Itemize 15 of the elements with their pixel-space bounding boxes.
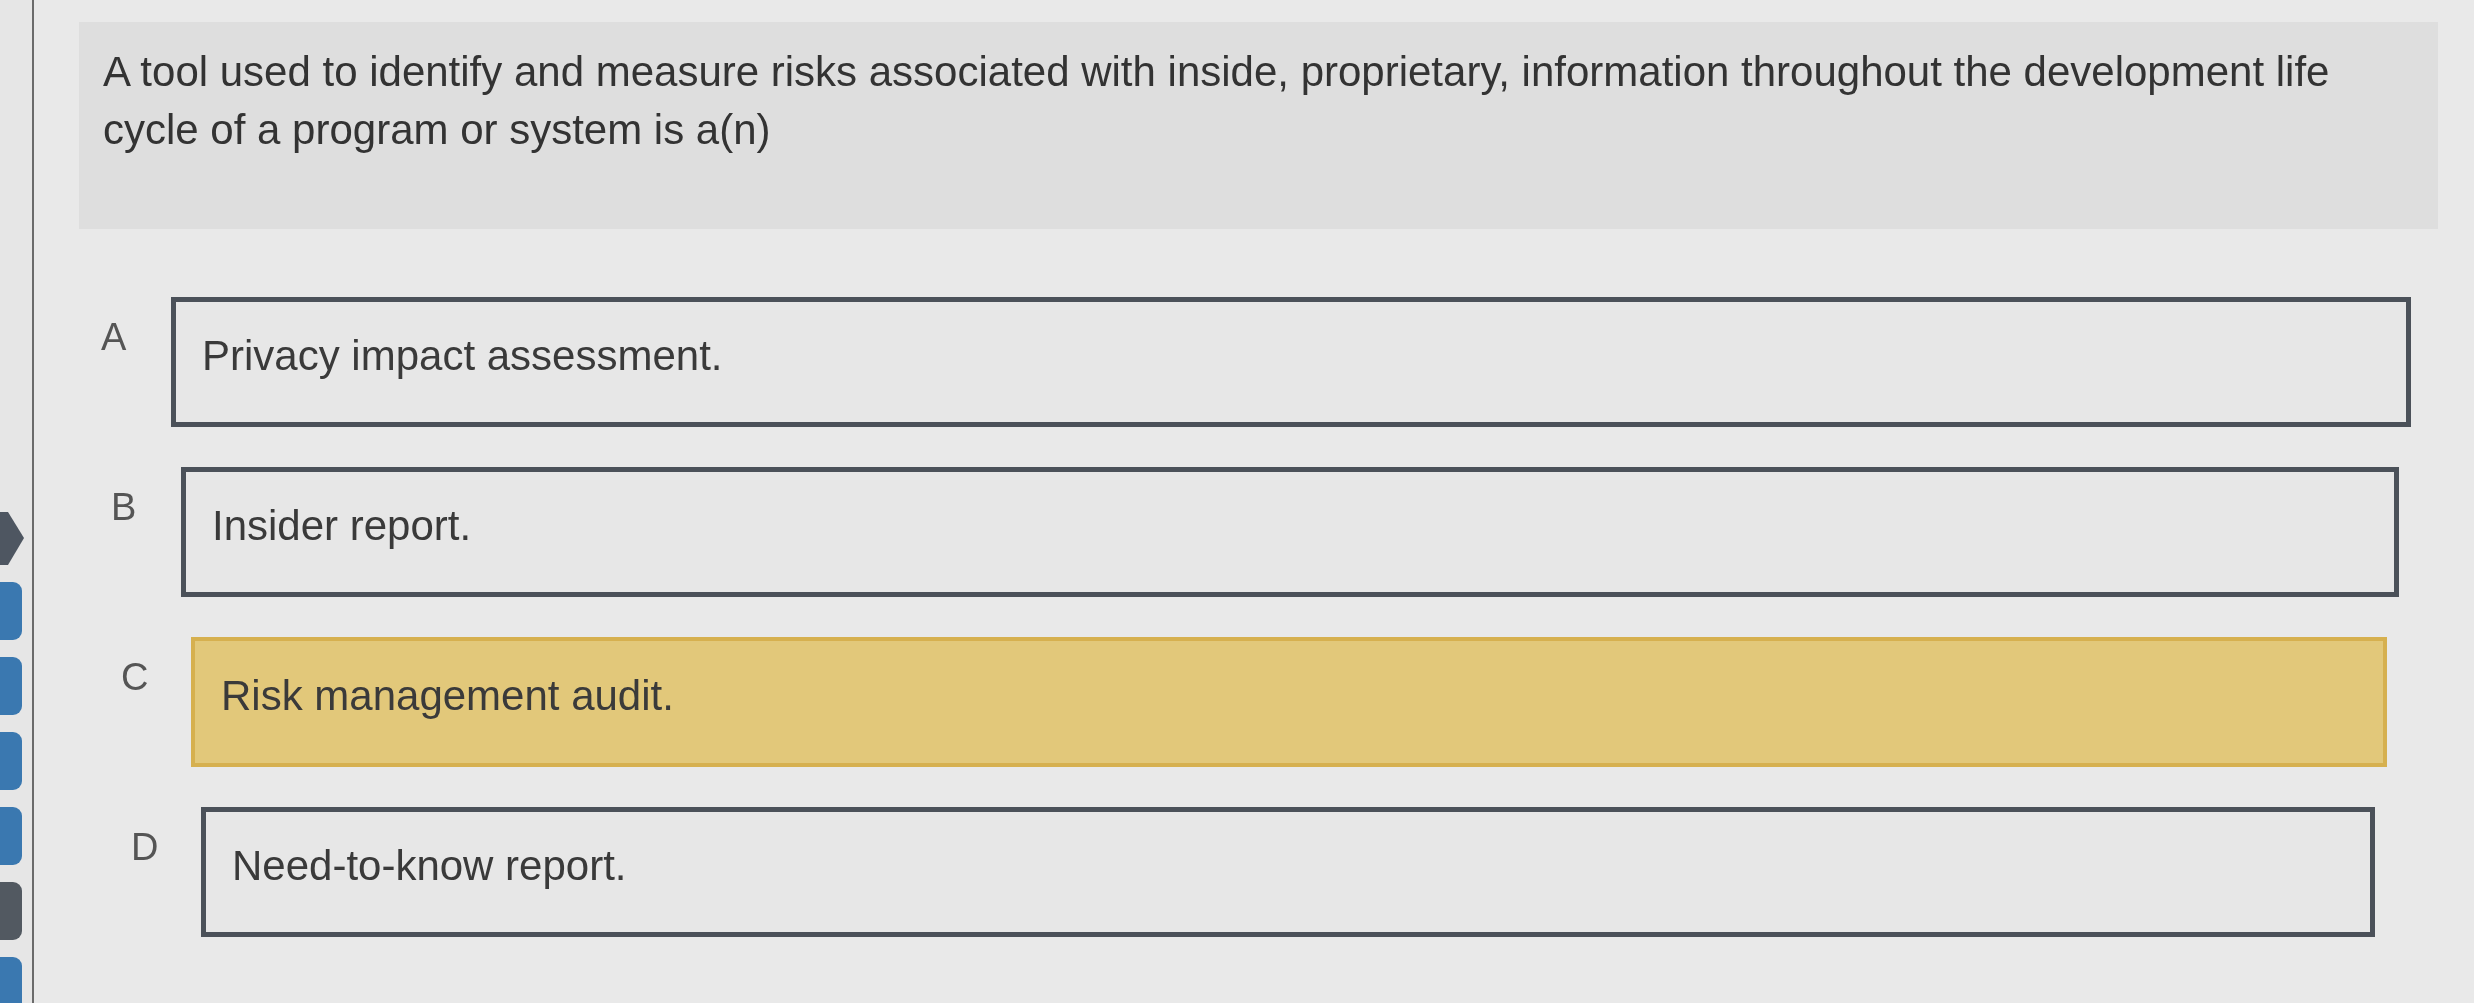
nav-tab-icon[interactable] (0, 732, 22, 790)
option-letter: B (111, 485, 138, 529)
option-letter: A (101, 315, 128, 359)
answer-option[interactable]: Privacy impact assessment. (171, 297, 2411, 427)
pointer-arrow-icon[interactable] (0, 512, 24, 565)
option-letter: C (121, 655, 150, 699)
option-letter: D (131, 825, 160, 869)
nav-tab-icon[interactable] (0, 807, 22, 865)
question-text: A tool used to identify and measure risks associated with inside, proprietary, information throughout the development life cycle of a program or system is a(n) (103, 47, 2331, 155)
answer-option[interactable]: Need-to-know report. (201, 807, 2375, 937)
nav-tab-icon[interactable] (0, 582, 22, 640)
answer-option[interactable]: Risk management audit. (191, 637, 2387, 767)
nav-tab-icon[interactable] (0, 657, 22, 715)
answer-option[interactable]: Insider report. (181, 467, 2399, 597)
nav-tab-icon[interactable] (0, 882, 22, 940)
